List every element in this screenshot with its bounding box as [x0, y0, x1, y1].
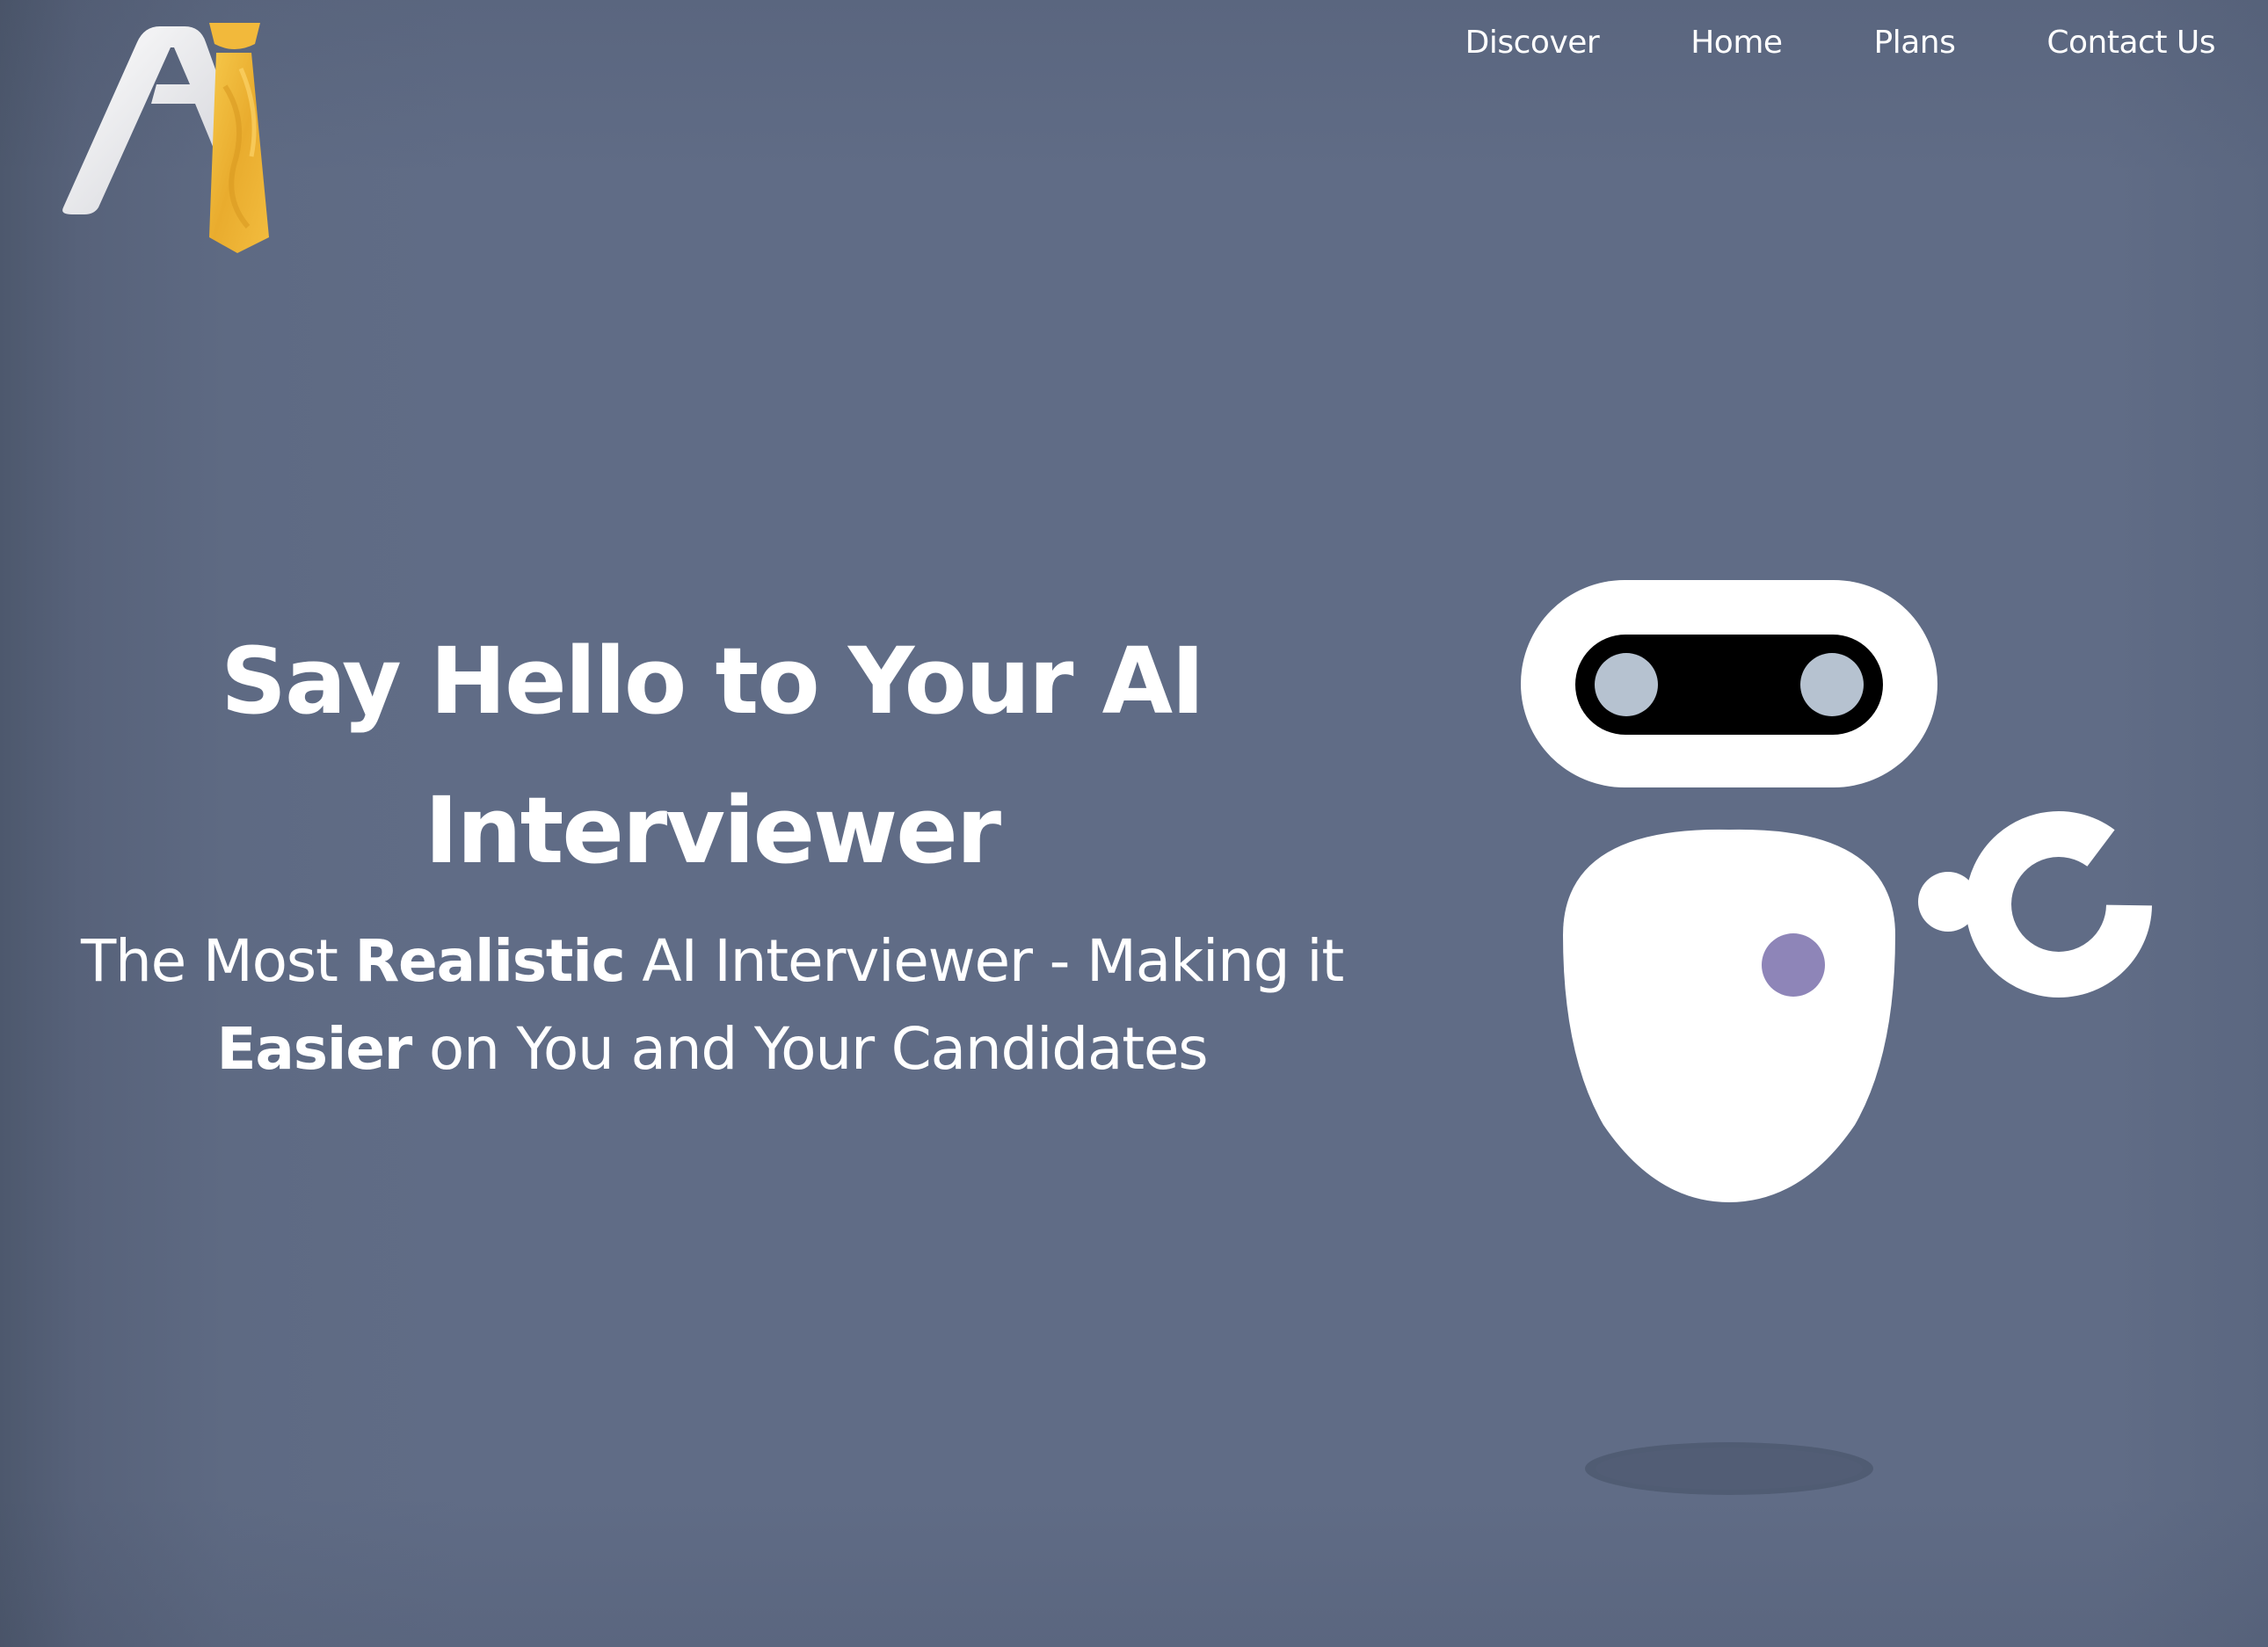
hero-subtitle: The Most Realistic AI Interviewer - Maki… — [70, 918, 1354, 1093]
hero-subtitle-emphasis-easier: Easier — [216, 1015, 413, 1083]
robot-illustration — [1494, 562, 2198, 1529]
hero-subtitle-emphasis-realistic: Realistic — [354, 927, 625, 995]
robot-graphic — [1521, 580, 2152, 1495]
robot-body — [1563, 829, 1895, 1202]
ai-tie-logo[interactable] — [53, 16, 281, 262]
robot-right-eye — [1800, 653, 1864, 716]
nav-link-discover[interactable]: Discover — [1465, 25, 1600, 61]
hero-subtitle-text-3: on You and Your Candidates — [411, 1015, 1209, 1083]
top-navigation: Discover Home Plans Contact Us — [1465, 18, 2216, 67]
hero-subtitle-text-1: The Most — [80, 927, 355, 995]
robot-left-eye — [1595, 653, 1658, 716]
nav-link-contact-us[interactable]: Contact Us — [2046, 25, 2215, 61]
nav-link-plans[interactable]: Plans — [1874, 25, 1956, 61]
hero-title: Say Hello to Your AI Interviewer — [70, 606, 1354, 905]
nav-link-home[interactable]: Home — [1690, 25, 1783, 61]
logo-graphic — [62, 23, 269, 253]
robot-floating-arc — [1966, 811, 2152, 998]
hero-section: Say Hello to Your AI Interviewer The Mos… — [70, 606, 1354, 1093]
hero-title-line1: Say Hello to Your AI — [221, 628, 1205, 735]
robot-body-dot — [1762, 933, 1825, 997]
hero-subtitle-text-2: AI Interviewer - Making it — [624, 927, 1344, 995]
hero-title-line2: Interviewer — [424, 777, 1001, 884]
